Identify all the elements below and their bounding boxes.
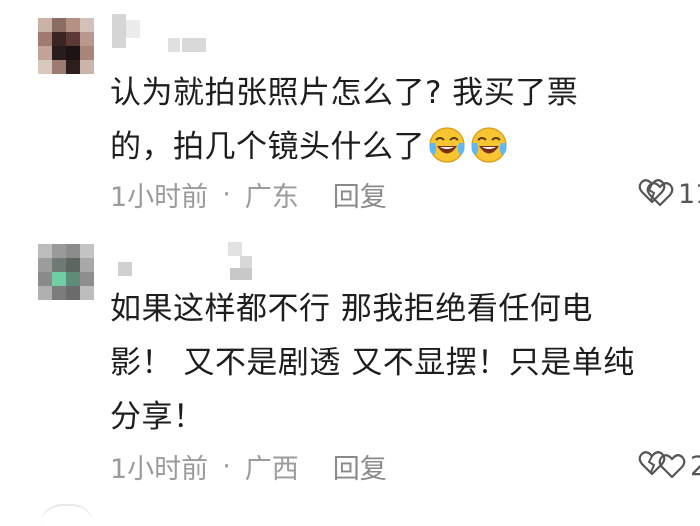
username-redacted[interactable] <box>112 242 252 282</box>
comment-text-line: 分享！ <box>110 399 205 435</box>
avatar[interactable] <box>38 18 94 74</box>
comment-text-line: 如果这样都不行 那我拒绝看任何电 <box>110 291 593 327</box>
broken-heart-icon <box>638 179 666 204</box>
dislike-button[interactable] <box>638 450 670 482</box>
comment-text-line: 认为就拍张照片怎么了? 我买了票 <box>110 75 579 111</box>
comment-text: 认为就拍张照片怎么了? 我买了票 的，拍几个镜头什么了 <box>110 66 670 174</box>
comment-item: 认为就拍张照片怎么了? 我买了票 的，拍几个镜头什么了 1小时前 · 广东 回复… <box>0 0 700 230</box>
rofl-emoji-icon <box>471 127 507 163</box>
comment-text: 如果这样都不行 那我拒绝看任何电 影！ 又不是剧透 又不显摆！只是单纯 分享！ <box>110 282 670 444</box>
broken-heart-icon <box>638 451 666 476</box>
dislike-button[interactable] <box>638 178 670 210</box>
reply-button[interactable]: 回复 <box>333 447 387 486</box>
comment-meta: 1小时前 · 广东 回复 11 <box>110 174 700 214</box>
like-count: 11 <box>678 178 700 210</box>
next-comment-avatar-peek <box>40 504 94 526</box>
comment-location: 广西 <box>244 453 299 485</box>
comment-meta: 1小时前 · 广西 回复 2 <box>110 446 700 486</box>
rofl-emoji-icon <box>429 127 465 163</box>
meta-separator: · <box>222 450 231 482</box>
username-redacted[interactable] <box>112 14 252 54</box>
avatar[interactable] <box>38 244 94 300</box>
comment-text-line: 的，拍几个镜头什么了 <box>110 120 670 174</box>
comment-location: 广东 <box>244 181 299 213</box>
like-count: 2 <box>690 450 700 482</box>
reply-button[interactable]: 回复 <box>333 175 387 214</box>
comment-text-line: 影！ 又不是剧透 又不显摆！只是单纯 <box>110 345 635 381</box>
meta-separator: · <box>222 178 231 210</box>
comment-item: 如果这样都不行 那我拒绝看任何电 影！ 又不是剧透 又不显摆！只是单纯 分享！ … <box>0 230 700 500</box>
comment-time: 1小时前 <box>110 181 209 213</box>
comment-time: 1小时前 <box>110 453 209 485</box>
